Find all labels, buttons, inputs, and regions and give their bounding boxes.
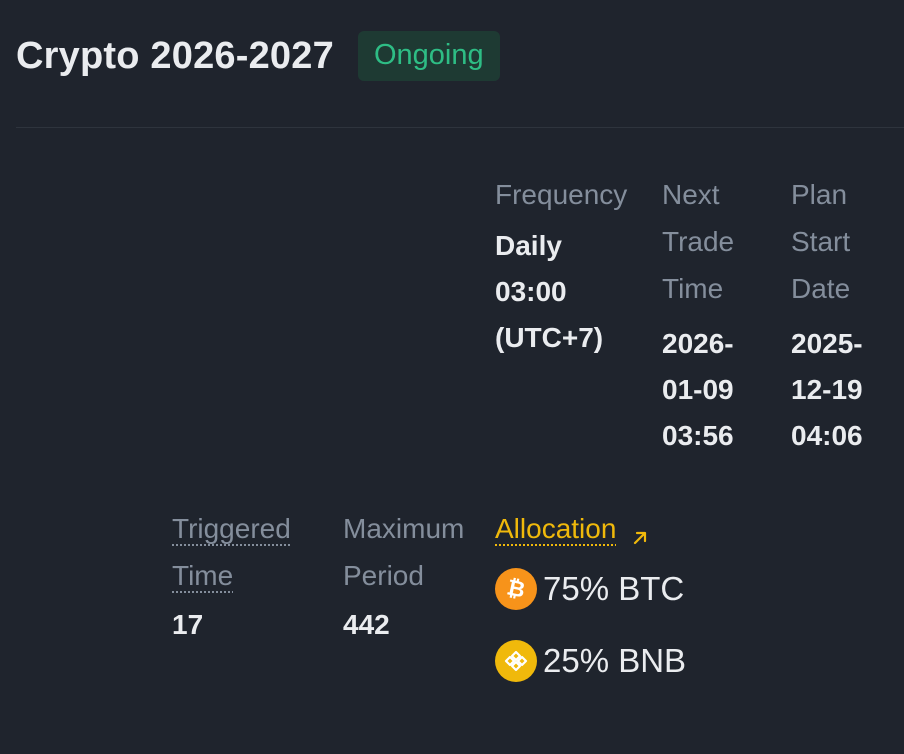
allocation-column: Allocation ₿ 75% BTC 25% BNB (495, 505, 895, 693)
maximum-period-column: Maximum Period 442 (343, 505, 493, 648)
bnb-coin-icon (495, 640, 537, 682)
plan-start-date-label-line: Start (791, 226, 851, 257)
plan-start-date-value-line: 2025- (791, 328, 863, 359)
btc-coin-icon: ₿ (495, 568, 537, 610)
plan-start-date-value-line: 04:06 (791, 420, 863, 451)
allocation-asset-row: 25% BNB (495, 629, 895, 693)
frequency-value-line: Daily (495, 230, 562, 261)
header-divider (16, 127, 904, 128)
next-trade-time-label-line: Next (662, 179, 720, 210)
plan-start-date-value: 2025- 12-19 04:06 (791, 321, 901, 459)
plan-title: Crypto 2026-2027 (16, 34, 334, 77)
allocation-asset-text: 25% BNB (543, 642, 687, 679)
next-trade-time-value-line: 03:56 (662, 420, 734, 451)
frequency-value-line: 03:00 (495, 276, 567, 307)
triggered-time-column: Triggered Time 17 (172, 505, 332, 648)
next-trade-time-value: 2026- 01-09 03:56 (662, 321, 782, 459)
next-trade-time-label-line: Trade (662, 226, 735, 257)
allocation-label: Allocation (495, 513, 617, 544)
maximum-period-label-line: Maximum (343, 513, 465, 544)
frequency-column: Frequency Daily 03:00 (UTC+7) (495, 171, 655, 361)
plan-start-date-column: Plan Start Date 2025- 12-19 04:06 (791, 171, 901, 459)
next-trade-time-value-line: 2026- (662, 328, 734, 359)
svg-text:₿: ₿ (505, 575, 528, 603)
next-trade-time-value-line: 01-09 (662, 374, 734, 405)
allocation-asset-row: ₿ 75% BTC (495, 557, 895, 621)
plan-header: Crypto 2026-2027 Ongoing (16, 28, 500, 84)
plan-start-date-value-line: 12-19 (791, 374, 863, 405)
triggered-time-value: 17 (172, 609, 204, 640)
next-trade-time-label-line: Time (662, 273, 724, 304)
allocation-link[interactable]: Allocation (495, 505, 650, 552)
frequency-value-line: (UTC+7) (495, 322, 604, 353)
maximum-period-label-line: Period (343, 560, 424, 591)
allocation-asset-text: 75% BTC (543, 570, 685, 607)
triggered-time-label-line: Triggered (172, 513, 291, 544)
maximum-period-label: Maximum Period (343, 505, 493, 599)
arrow-up-right-icon (630, 515, 650, 544)
next-trade-time-label: Next Trade Time (662, 171, 782, 312)
maximum-period-value: 442 (343, 609, 390, 640)
frequency-value: Daily 03:00 (UTC+7) (495, 223, 655, 361)
triggered-time-label[interactable]: Triggered Time (172, 505, 332, 599)
plan-start-date-label-line: Date (791, 273, 851, 304)
status-badge: Ongoing (357, 31, 500, 81)
next-trade-time-column: Next Trade Time 2026- 01-09 03:56 (662, 171, 782, 459)
plan-start-date-label: Plan Start Date (791, 171, 901, 312)
plan-start-date-label-line: Plan (791, 179, 848, 210)
frequency-label: Frequency (495, 179, 628, 210)
triggered-time-label-line: Time (172, 560, 234, 591)
